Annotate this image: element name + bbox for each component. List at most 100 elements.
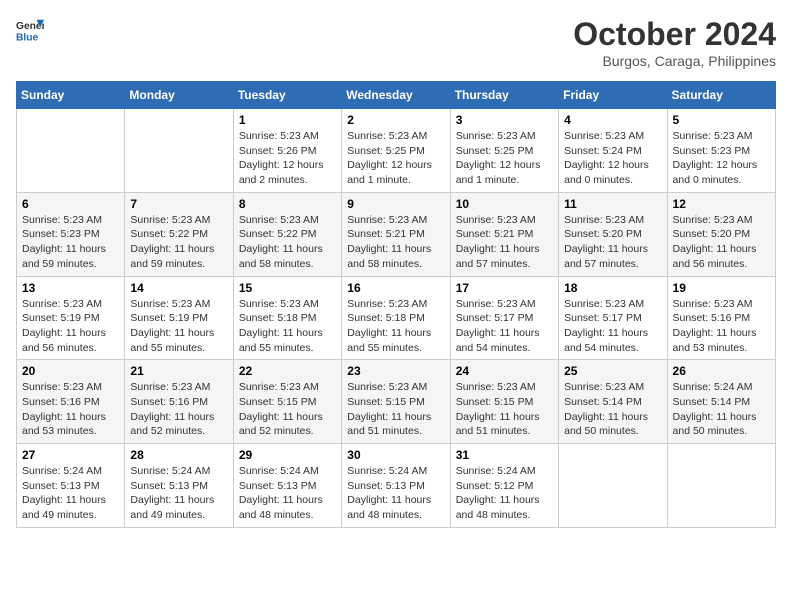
- day-info: Sunrise: 5:24 AMSunset: 5:12 PMDaylight:…: [456, 464, 553, 523]
- day-info: Sunrise: 5:23 AMSunset: 5:20 PMDaylight:…: [673, 213, 770, 272]
- day-number: 6: [22, 197, 119, 211]
- day-number: 3: [456, 113, 553, 127]
- calendar-cell: 22 Sunrise: 5:23 AMSunset: 5:15 PMDayligh…: [233, 360, 341, 444]
- calendar-cell: 29Sunrise: 5:24 AMSunset: 5:13 PMDayligh…: [233, 444, 341, 528]
- day-info: Sunrise: 5:23 AMSunset: 5:23 PMDaylight:…: [673, 129, 770, 188]
- calendar-cell: 30 Sunrise: 5:24 AMSunset: 5:13 PMDayligh…: [342, 444, 450, 528]
- logo: General Blue: [16, 16, 44, 44]
- day-info: Sunrise: 5:23 AMSunset: 5:22 PMDaylight:…: [130, 213, 227, 272]
- day-number: 10: [456, 197, 553, 211]
- calendar-cell: 8 Sunrise: 5:23 AMSunset: 5:22 PMDaylight…: [233, 192, 341, 276]
- calendar-week-row: 27 Sunrise: 5:24 AMSunset: 5:13 PMDayligh…: [17, 444, 776, 528]
- day-info: Sunrise: 5:23 AMSunset: 5:16 PMDaylight:…: [673, 297, 770, 356]
- day-number: 11: [564, 197, 661, 211]
- day-info: Sunrise: 5:23 AMSunset: 5:23 PMDaylight:…: [22, 213, 119, 272]
- month-title: October 2024: [573, 16, 776, 53]
- calendar-cell: 24 Sunrise: 5:23 AMSunset: 5:15 PMDayligh…: [450, 360, 558, 444]
- calendar-cell: 26Sunrise: 5:24 AMSunset: 5:14 PMDayligh…: [667, 360, 775, 444]
- day-info: Sunrise: 5:23 AMSunset: 5:17 PMDaylight:…: [564, 297, 661, 356]
- weekday-header: Sunday: [17, 82, 125, 109]
- day-info: Sunrise: 5:23 AMSunset: 5:14 PMDaylight:…: [564, 380, 661, 439]
- calendar-cell: 19Sunrise: 5:23 AMSunset: 5:16 PMDayligh…: [667, 276, 775, 360]
- weekday-header: Saturday: [667, 82, 775, 109]
- calendar-cell: [17, 109, 125, 193]
- calendar-cell: 23 Sunrise: 5:23 AMSunset: 5:15 PMDayligh…: [342, 360, 450, 444]
- day-number: 13: [22, 281, 119, 295]
- day-info: Sunrise: 5:23 AMSunset: 5:15 PMDaylight:…: [347, 380, 444, 439]
- day-info: Sunrise: 5:24 AMSunset: 5:13 PMDaylight:…: [347, 464, 444, 523]
- calendar-cell: 10 Sunrise: 5:23 AMSunset: 5:21 PMDayligh…: [450, 192, 558, 276]
- day-number: 30: [347, 448, 444, 462]
- day-number: 21: [130, 364, 227, 378]
- calendar-cell: 13 Sunrise: 5:23 AMSunset: 5:19 PMDayligh…: [17, 276, 125, 360]
- weekday-header: Thursday: [450, 82, 558, 109]
- day-number: 8: [239, 197, 336, 211]
- calendar-cell: 11Sunrise: 5:23 AMSunset: 5:20 PMDayligh…: [559, 192, 667, 276]
- calendar-cell: 20 Sunrise: 5:23 AMSunset: 5:16 PMDayligh…: [17, 360, 125, 444]
- day-info: Sunrise: 5:23 AMSunset: 5:18 PMDaylight:…: [347, 297, 444, 356]
- calendar-table: SundayMondayTuesdayWednesdayThursdayFrid…: [16, 81, 776, 528]
- day-number: 24: [456, 364, 553, 378]
- calendar-cell: 27Sunrise: 5:24 AMSunset: 5:13 PMDayligh…: [17, 444, 125, 528]
- day-info: Sunrise: 5:23 AMSunset: 5:15 PMDaylight:…: [239, 380, 336, 439]
- day-info: Sunrise: 5:23 AMSunset: 5:26 PMDaylight:…: [239, 129, 336, 188]
- calendar-week-row: 13 Sunrise: 5:23 AMSunset: 5:19 PMDayligh…: [17, 276, 776, 360]
- weekday-header: Tuesday: [233, 82, 341, 109]
- calendar-cell: 14Sunrise: 5:23 AMSunset: 5:19 PMDayligh…: [125, 276, 233, 360]
- calendar-cell: 31 Sunrise: 5:24 AMSunset: 5:12 PMDayligh…: [450, 444, 558, 528]
- day-number: 2: [347, 113, 444, 127]
- day-number: 23: [347, 364, 444, 378]
- day-number: 31: [456, 448, 553, 462]
- day-number: 4: [564, 113, 661, 127]
- calendar-cell: 4 Sunrise: 5:23 AMSunset: 5:24 PMDaylight…: [559, 109, 667, 193]
- day-number: 1: [239, 113, 336, 127]
- calendar-cell: 28Sunrise: 5:24 AMSunset: 5:13 PMDayligh…: [125, 444, 233, 528]
- calendar-cell: 7 Sunrise: 5:23 AMSunset: 5:22 PMDaylight…: [125, 192, 233, 276]
- calendar-cell: [125, 109, 233, 193]
- title-area: October 2024 Burgos, Caraga, Philippines: [573, 16, 776, 69]
- calendar-header: SundayMondayTuesdayWednesdayThursdayFrid…: [17, 82, 776, 109]
- calendar-cell: 6 Sunrise: 5:23 AMSunset: 5:23 PMDaylight…: [17, 192, 125, 276]
- day-info: Sunrise: 5:24 AMSunset: 5:13 PMDaylight:…: [130, 464, 227, 523]
- calendar-cell: [667, 444, 775, 528]
- day-number: 22: [239, 364, 336, 378]
- calendar-cell: 15Sunrise: 5:23 AMSunset: 5:18 PMDayligh…: [233, 276, 341, 360]
- calendar-cell: 2Sunrise: 5:23 AMSunset: 5:25 PMDaylight…: [342, 109, 450, 193]
- calendar-cell: 16 Sunrise: 5:23 AMSunset: 5:18 PMDayligh…: [342, 276, 450, 360]
- page-header: General Blue October 2024 Burgos, Caraga…: [16, 16, 776, 69]
- day-number: 5: [673, 113, 770, 127]
- day-info: Sunrise: 5:24 AMSunset: 5:13 PMDaylight:…: [239, 464, 336, 523]
- calendar-cell: 25 Sunrise: 5:23 AMSunset: 5:14 PMDayligh…: [559, 360, 667, 444]
- calendar-cell: 12 Sunrise: 5:23 AMSunset: 5:20 PMDayligh…: [667, 192, 775, 276]
- day-info: Sunrise: 5:23 AMSunset: 5:17 PMDaylight:…: [456, 297, 553, 356]
- day-info: Sunrise: 5:24 AMSunset: 5:14 PMDaylight:…: [673, 380, 770, 439]
- calendar-week-row: 1 Sunrise: 5:23 AMSunset: 5:26 PMDaylight…: [17, 109, 776, 193]
- calendar-cell: 21Sunrise: 5:23 AMSunset: 5:16 PMDayligh…: [125, 360, 233, 444]
- day-info: Sunrise: 5:23 AMSunset: 5:24 PMDaylight:…: [564, 129, 661, 188]
- day-number: 20: [22, 364, 119, 378]
- weekday-header: Friday: [559, 82, 667, 109]
- day-info: Sunrise: 5:23 AMSunset: 5:25 PMDaylight:…: [456, 129, 553, 188]
- calendar-cell: [559, 444, 667, 528]
- day-number: 27: [22, 448, 119, 462]
- day-number: 17: [456, 281, 553, 295]
- location: Burgos, Caraga, Philippines: [573, 53, 776, 69]
- day-number: 25: [564, 364, 661, 378]
- day-number: 7: [130, 197, 227, 211]
- calendar-week-row: 6 Sunrise: 5:23 AMSunset: 5:23 PMDaylight…: [17, 192, 776, 276]
- logo-icon: General Blue: [16, 16, 44, 44]
- day-info: Sunrise: 5:23 AMSunset: 5:15 PMDaylight:…: [456, 380, 553, 439]
- day-number: 15: [239, 281, 336, 295]
- day-info: Sunrise: 5:23 AMSunset: 5:22 PMDaylight:…: [239, 213, 336, 272]
- day-number: 9: [347, 197, 444, 211]
- calendar-body: 1 Sunrise: 5:23 AMSunset: 5:26 PMDaylight…: [17, 109, 776, 528]
- weekday-header: Monday: [125, 82, 233, 109]
- calendar-cell: 17 Sunrise: 5:23 AMSunset: 5:17 PMDayligh…: [450, 276, 558, 360]
- day-info: Sunrise: 5:23 AMSunset: 5:16 PMDaylight:…: [22, 380, 119, 439]
- day-info: Sunrise: 5:23 AMSunset: 5:19 PMDaylight:…: [22, 297, 119, 356]
- day-number: 16: [347, 281, 444, 295]
- weekday-header: Wednesday: [342, 82, 450, 109]
- day-info: Sunrise: 5:23 AMSunset: 5:21 PMDaylight:…: [456, 213, 553, 272]
- day-number: 12: [673, 197, 770, 211]
- calendar-cell: 3 Sunrise: 5:23 AMSunset: 5:25 PMDaylight…: [450, 109, 558, 193]
